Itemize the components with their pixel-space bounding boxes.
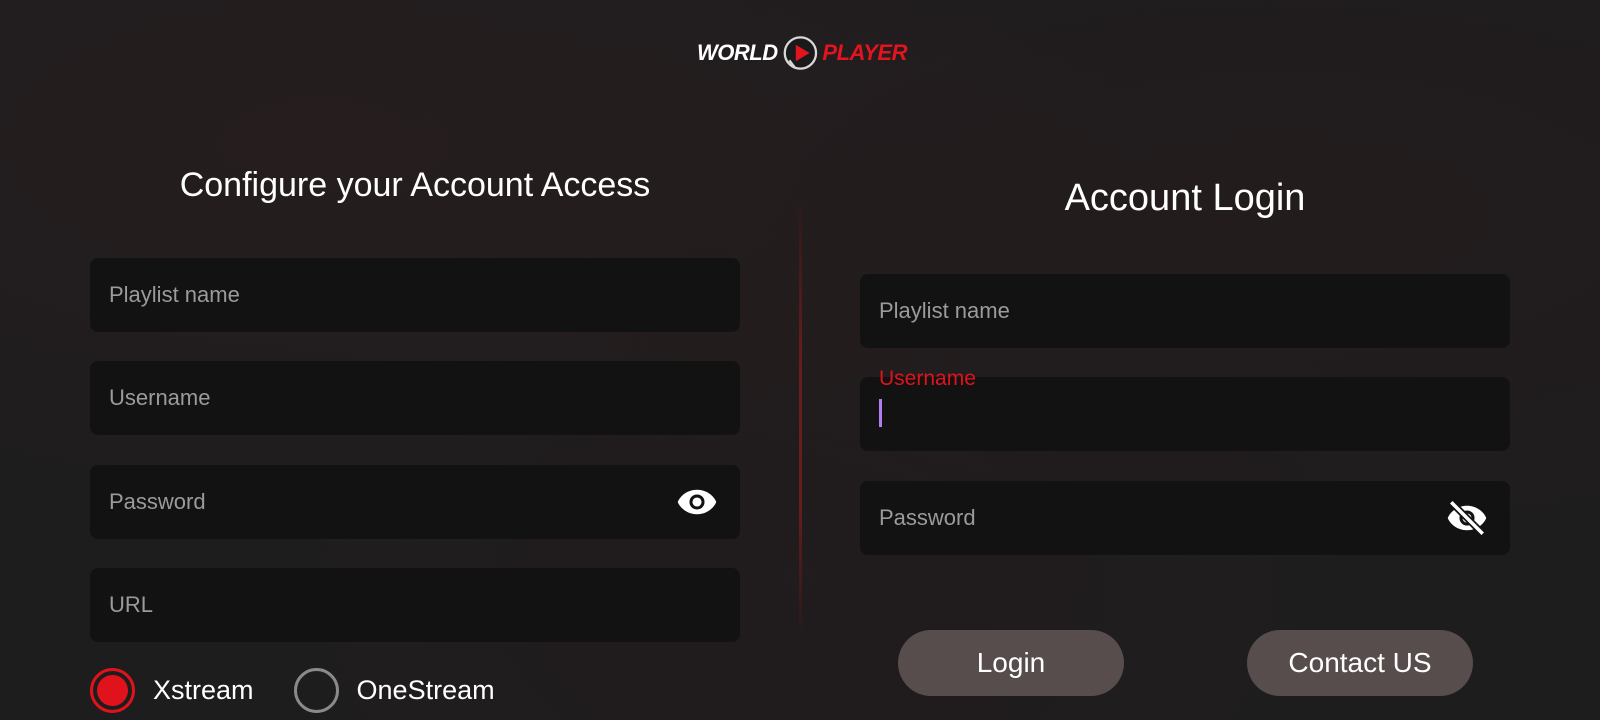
logo-text-world: WORLD xyxy=(697,40,778,65)
account-login-title: Account Login xyxy=(1064,177,1306,219)
login-button[interactable]: Login xyxy=(898,630,1124,696)
app-logo: WORLD PLAYER xyxy=(697,30,907,76)
left-username-input[interactable]: Username xyxy=(90,361,740,435)
left-playlist-name-placeholder: Playlist name xyxy=(109,282,240,307)
eye-off-icon[interactable] xyxy=(1446,497,1488,539)
logo-text-player: PLAYER xyxy=(822,40,907,65)
left-url-input[interactable]: URL xyxy=(90,568,740,642)
text-cursor xyxy=(879,399,882,427)
left-playlist-name-input[interactable]: Playlist name xyxy=(90,258,740,332)
xstream-radio[interactable] xyxy=(90,668,135,713)
stream-type-radio-group: Xstream OneStream xyxy=(90,668,535,713)
configure-account-title: Configure your Account Access xyxy=(179,166,651,204)
contact-us-button[interactable]: Contact US xyxy=(1247,630,1473,696)
right-username-floating-label: Username xyxy=(879,367,976,390)
panel-divider xyxy=(799,200,802,628)
right-playlist-name-input[interactable]: Playlist name xyxy=(860,274,1510,348)
onestream-radio-label[interactable]: OneStream xyxy=(357,675,495,706)
right-password-input[interactable]: Password xyxy=(860,481,1510,555)
xstream-radio-label[interactable]: Xstream xyxy=(153,675,254,706)
right-password-placeholder: Password xyxy=(879,505,976,530)
left-username-placeholder: Username xyxy=(109,385,211,410)
left-password-input[interactable]: Password xyxy=(90,465,740,539)
eye-icon[interactable] xyxy=(676,481,718,523)
right-username-input[interactable]: Username xyxy=(860,367,1510,451)
logo-play-icon xyxy=(783,36,817,70)
right-playlist-name-placeholder: Playlist name xyxy=(879,298,1010,323)
onestream-radio[interactable] xyxy=(293,668,339,713)
left-url-placeholder: URL xyxy=(109,592,154,617)
left-password-placeholder: Password xyxy=(109,489,206,514)
